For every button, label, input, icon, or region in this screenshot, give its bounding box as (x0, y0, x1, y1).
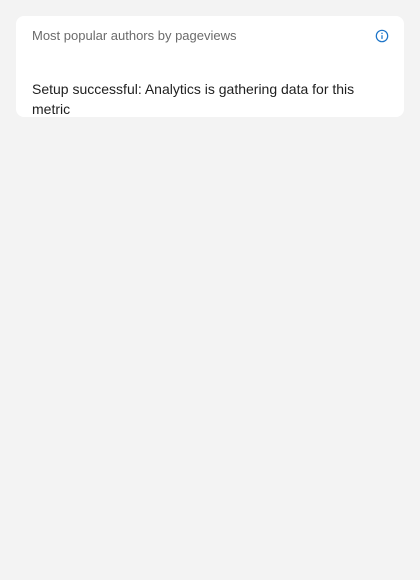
widget-card: Most popular authors by pageviews Setup … (16, 16, 404, 117)
widget-header: Most popular authors by pageviews (32, 27, 390, 45)
setup-status-message: Setup successful: Analytics is gathering… (32, 81, 355, 117)
widget-title: Most popular authors by pageviews (32, 28, 237, 43)
info-icon[interactable] (374, 28, 390, 44)
